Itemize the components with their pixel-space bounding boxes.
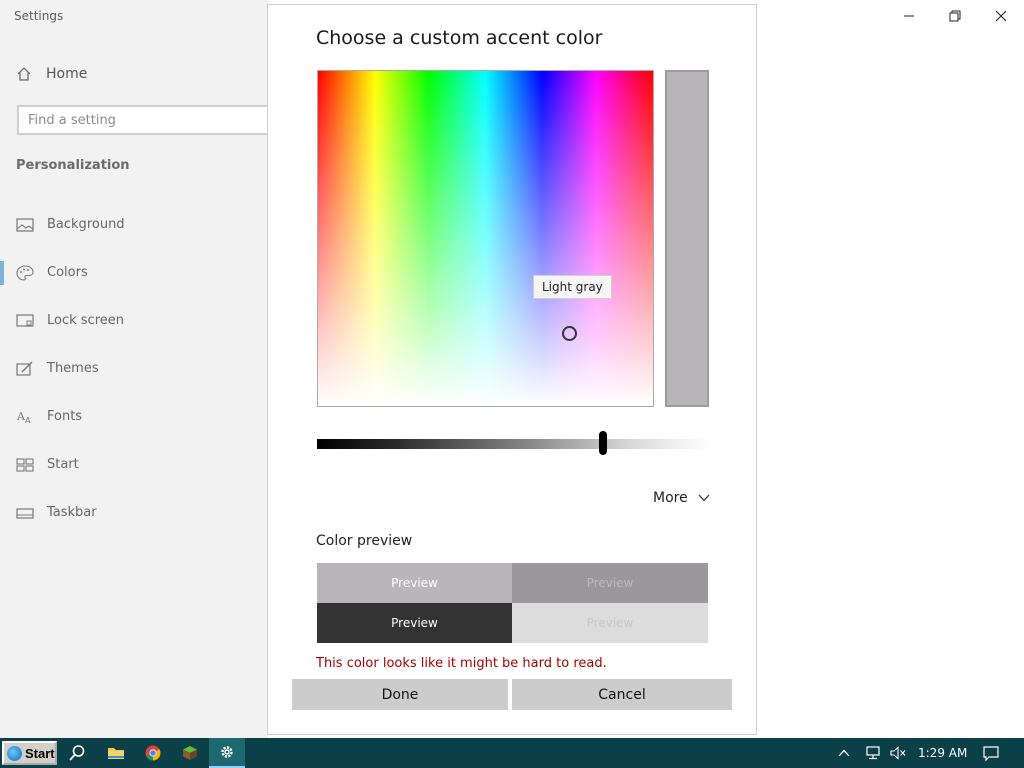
chrome-icon: [145, 745, 161, 761]
sidebar-item-colors[interactable]: Colors: [0, 258, 268, 288]
home-icon: [17, 67, 31, 81]
home-label: Home: [46, 66, 88, 82]
start-icon: [16, 458, 34, 472]
preview-tile-pale-bg: Preview: [512, 603, 708, 643]
volume-muted-icon: [890, 746, 906, 760]
close-button[interactable]: [978, 4, 1024, 28]
color-preview-grid: Preview Preview Preview Preview: [317, 563, 708, 643]
image-icon: [16, 218, 34, 232]
tray-clock[interactable]: 1:29 AM: [918, 746, 967, 760]
contrast-warning: This color looks like it might be hard t…: [316, 656, 607, 671]
start-logo-icon: [7, 745, 22, 761]
section-title: Personalization: [16, 158, 130, 173]
tray-volume-button[interactable]: [886, 738, 910, 768]
minimize-button[interactable]: [886, 4, 932, 28]
taskbar-chrome[interactable]: [135, 738, 171, 768]
brightness-slider-track[interactable]: [317, 439, 709, 449]
close-icon: [995, 10, 1007, 22]
taskbar-icon: [16, 508, 34, 519]
brush-icon: [16, 361, 33, 376]
tray-overflow-button[interactable]: [832, 738, 856, 768]
palette-icon: [16, 265, 34, 281]
sidebar-item-label: Colors: [47, 265, 88, 280]
sidebar-item-label: Start: [47, 457, 79, 472]
chevron-down-icon: [698, 494, 710, 502]
settings-icon: [221, 746, 233, 758]
settings-sidebar: Settings Home Personalization Background…: [0, 0, 277, 738]
taskbar-settings[interactable]: [209, 738, 245, 768]
tray-network-button[interactable]: [860, 738, 886, 768]
action-center-button[interactable]: [976, 738, 1006, 768]
network-icon: [866, 746, 880, 760]
file-explorer-icon: [108, 748, 124, 759]
sidebar-item-label: Background: [47, 217, 125, 232]
sidebar-item-lock-screen[interactable]: Lock screen: [0, 306, 268, 336]
cancel-button[interactable]: Cancel: [512, 679, 732, 710]
brightness-slider-thumb[interactable]: [599, 431, 608, 455]
lock-screen-icon: [16, 314, 34, 327]
sidebar-item-taskbar[interactable]: Taskbar: [0, 498, 268, 528]
sidebar-item-label: Taskbar: [47, 505, 97, 520]
start-label: Start: [25, 745, 55, 761]
dialog-title: Choose a custom accent color: [316, 27, 603, 49]
preview-tile-mid-bg: Preview: [512, 563, 708, 603]
search-input[interactable]: [19, 107, 275, 133]
chevron-up-icon: [838, 749, 850, 757]
taskbar-search-button[interactable]: [59, 738, 95, 768]
sidebar-item-label: Fonts: [47, 409, 83, 424]
restore-button[interactable]: [932, 4, 978, 28]
preview-tile-dark-bg: Preview: [317, 603, 512, 643]
fonts-icon: AA: [16, 410, 31, 425]
done-button[interactable]: Done: [292, 679, 508, 710]
settings-content-area: [756, 0, 1024, 738]
taskbar: Start 1:29 AM: [0, 738, 1024, 768]
taskbar-minecraft[interactable]: [172, 738, 208, 768]
home-nav-item[interactable]: Home: [16, 62, 87, 86]
custom-color-dialog: Choose a custom accent color Light gray …: [267, 4, 757, 735]
restore-icon: [949, 10, 961, 22]
spectrum-picker-handle[interactable]: [562, 326, 577, 341]
color-preview-label: Color preview: [316, 533, 413, 549]
sidebar-item-label: Themes: [47, 361, 99, 376]
more-label: More: [653, 490, 688, 506]
minecraft-icon: [183, 746, 197, 760]
sidebar-item-fonts[interactable]: AA Fonts: [0, 402, 268, 432]
color-name-tooltip: Light gray: [533, 275, 612, 299]
svg-text:A: A: [25, 416, 31, 425]
preview-tile-light-bg: Preview: [317, 563, 512, 603]
sidebar-item-themes[interactable]: Themes: [0, 354, 268, 384]
search-box[interactable]: [17, 105, 277, 135]
color-spectrum[interactable]: [317, 70, 654, 407]
start-button[interactable]: Start: [2, 741, 57, 765]
sidebar-item-background[interactable]: Background: [0, 210, 268, 240]
action-center-icon: [983, 745, 999, 761]
sidebar-item-label: Lock screen: [47, 313, 124, 328]
sidebar-item-start[interactable]: Start: [0, 450, 268, 480]
selected-color-swatch: [665, 70, 709, 407]
taskbar-file-explorer[interactable]: [98, 738, 134, 768]
more-button[interactable]: More: [653, 487, 710, 509]
minimize-icon: [904, 15, 914, 17]
window-title: Settings: [14, 9, 64, 23]
search-icon: [69, 745, 85, 761]
